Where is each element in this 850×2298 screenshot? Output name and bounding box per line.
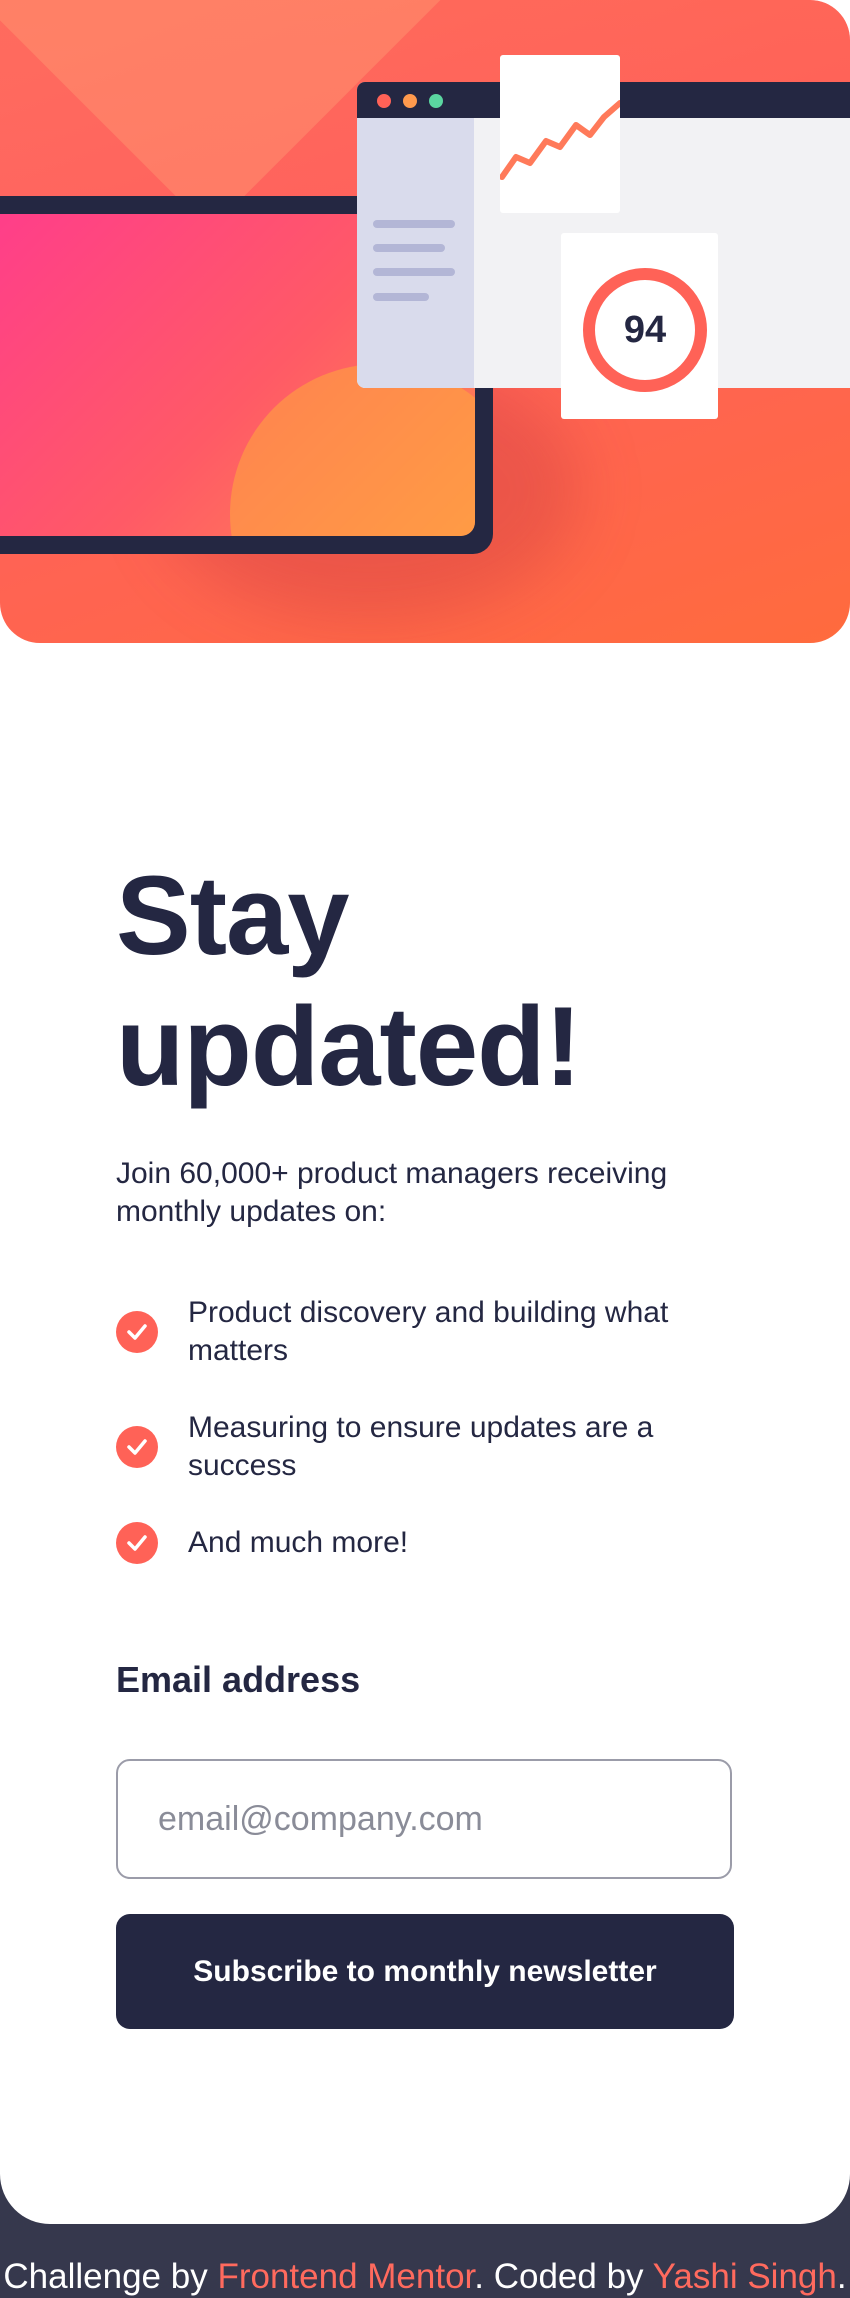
frontend-mentor-link[interactable]: Frontend Mentor [217, 2257, 474, 2296]
hero-illustration: 94 [0, 0, 850, 643]
feature-text: Measuring to ensure updates are a succes… [188, 1411, 654, 1482]
check-icon [116, 1311, 158, 1353]
line-chart-icon [499, 100, 623, 180]
score-ring-icon: 94 [583, 268, 707, 392]
title-line-2: updated! [116, 984, 582, 1109]
attribution-footer: Challenge by Frontend Mentor. Coded by Y… [0, 2256, 850, 2298]
sidebar-line [373, 244, 445, 252]
score-card: 94 [561, 233, 718, 419]
page-title: Stay updated! [116, 850, 736, 1112]
feature-text: Product discovery and building what matt… [188, 1296, 669, 1367]
author-link[interactable]: Yashi Singh [653, 2257, 837, 2296]
check-icon [116, 1522, 158, 1564]
subscribe-button[interactable]: Subscribe to monthly newsletter [116, 1914, 734, 2029]
email-input[interactable] [116, 1759, 732, 1879]
feature-text: And much more! [188, 1526, 409, 1559]
window-sidebar [357, 118, 474, 388]
footer-prefix: Challenge by [3, 2257, 218, 2296]
check-icon [116, 1426, 158, 1468]
sidebar-line [373, 293, 429, 301]
sidebar-line [373, 220, 455, 228]
window-dot-red-icon [377, 94, 391, 108]
footer-middle: . Coded by [474, 2257, 653, 2296]
sidebar-line [373, 268, 455, 276]
title-line-1: Stay [116, 853, 350, 978]
email-label: Email address [116, 1659, 361, 1700]
line-chart-card [499, 55, 623, 213]
window-dot-green-icon [429, 94, 443, 108]
footer-suffix: . [836, 2257, 847, 2296]
score-value: 94 [623, 309, 667, 351]
intro-text: Join 60,000+ product managers receiving … [116, 1157, 668, 1228]
newsletter-card: 94 Stay updated! Join 60,000+ product ma… [0, 0, 850, 2224]
window-dot-orange-icon [403, 94, 417, 108]
